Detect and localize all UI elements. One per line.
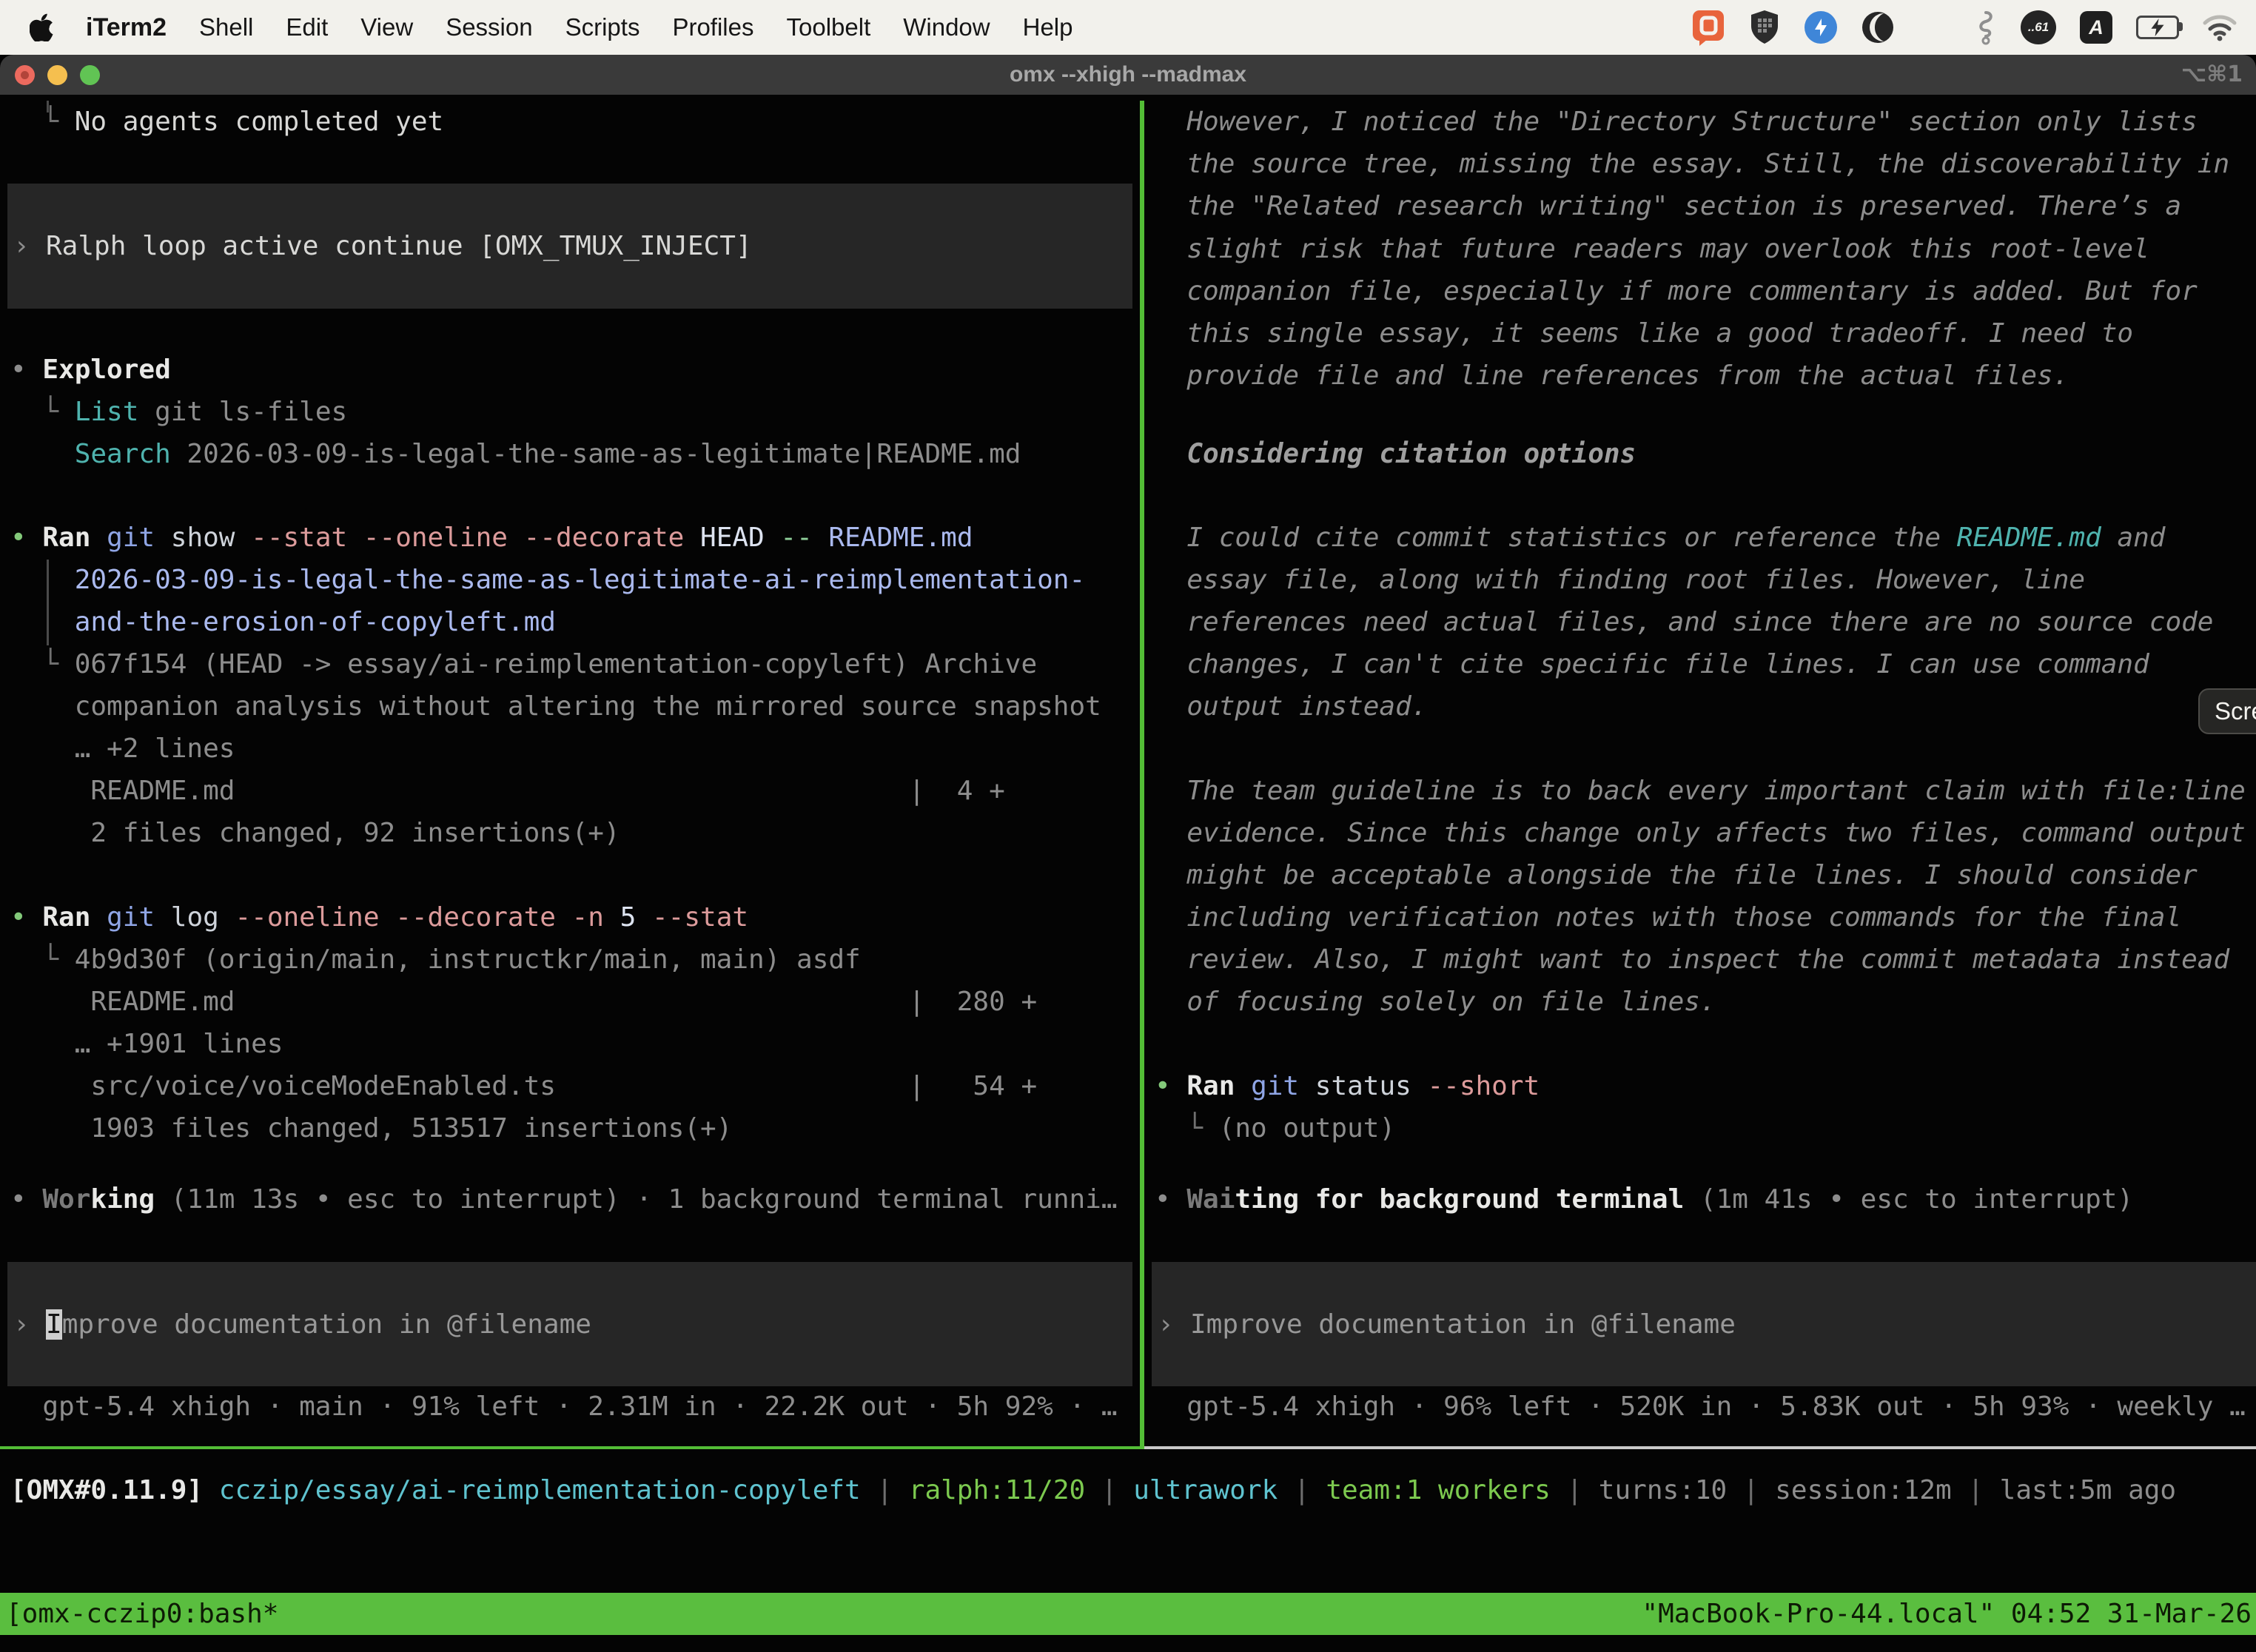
terminal-line: might be acceptable alongside the file l… (1155, 854, 2198, 896)
terminal-pane-right[interactable]: However, I noticed the "Directory Struct… (1144, 101, 2256, 1446)
terminal-pane-left[interactable]: ›Ralph loop active continue [OMX_TMUX_IN… (0, 101, 1140, 1446)
wifi-icon[interactable] (2203, 13, 2237, 41)
terminal-line: including verification notes with those … (1155, 896, 2181, 939)
menu-shell[interactable]: Shell (199, 13, 253, 41)
ralph-loop-banner: ›Ralph loop active continue [OMX_TMUX_IN… (7, 184, 1132, 309)
terminal-line: gpt-5.4 xhigh · 96% left · 520K in · 5.8… (1155, 1386, 2246, 1428)
prompt-input-right[interactable]: ›Improve documentation in @filename (1152, 1262, 2256, 1386)
menu-bar: iTerm2 Shell Edit View Session Scripts Profile… (0, 0, 2256, 55)
menu-edit[interactable]: Edit (286, 13, 328, 41)
terminal-line: I could cite commit statistics or refere… (1155, 517, 2165, 559)
terminal-line: [OMX#0.11.9] cczip/essay/ai-reimplementa… (10, 1469, 2176, 1511)
terminal-line: Search 2026-03-09-is-legal-the-same-as-l… (10, 433, 1021, 475)
window-shortcut: ⌥⌘1 (2181, 55, 2243, 95)
pane-divider[interactable] (1140, 101, 1144, 1446)
prompt-chevron: › (1158, 1309, 1190, 1340)
window-title: omx --xhigh --madmax (0, 55, 2256, 95)
battery-icon[interactable] (2136, 16, 2179, 39)
text-cursor: I (46, 1309, 62, 1340)
terminal-line: essay file, along with finding root file… (1155, 559, 2085, 601)
apple-icon[interactable] (30, 13, 53, 41)
hook-squiggle-icon[interactable] (1975, 10, 1997, 45)
menu-help[interactable]: Help (1023, 13, 1073, 41)
screen-tooltip-label: Scre (2215, 697, 2256, 725)
menu-status-icons: ..61 A (1691, 9, 2256, 46)
terminal-line: • Ran git status --short (1155, 1065, 1540, 1107)
terminal-line: output instead. (1155, 685, 1427, 728)
terminal-line: this single essay, it seems like a good … (1155, 312, 2133, 355)
terminal-line: the "Related research writing" section i… (1155, 185, 2181, 227)
input-value: mprove documentation in @filename (62, 1309, 591, 1340)
terminal-line: └ (no output) (1155, 1107, 1395, 1149)
keyboard-layout-label: A (2089, 16, 2104, 39)
menu-items: iTerm2 Shell Edit View Session Scripts Profile… (0, 13, 1073, 42)
terminal-line: └ 4b9d30f (origin/main, instructkr/main,… (10, 939, 861, 981)
prompt-chevron: › (13, 1309, 46, 1340)
terminal-line: • Working (11m 13s • esc to interrupt) ·… (10, 1178, 1118, 1220)
pane-border-inactive (1144, 1446, 2256, 1449)
badge-61-icon[interactable]: ..61 (2021, 10, 2056, 44)
keyboard-layout-icon[interactable]: A (2080, 11, 2112, 44)
terminal-line: Considering citation options (1155, 433, 1636, 475)
terminal-line: However, I noticed the "Directory Struct… (1155, 101, 2198, 143)
terminal-line: provide file and line references from th… (1155, 355, 2069, 397)
screen-tooltip[interactable]: Scre (2198, 688, 2256, 734)
blue-bolt-badge-icon[interactable] (1804, 10, 1838, 44)
terminal-line: README.md | 4 + (10, 770, 1005, 812)
terminal-line: • Ran git show --stat --oneline --decora… (10, 517, 973, 559)
menu-window[interactable]: Window (903, 13, 990, 41)
terminal-line: companion file, especially if more comme… (1155, 270, 2198, 312)
menu-session[interactable]: Session (446, 13, 532, 41)
terminal-line: • Waiting for background terminal (1m 41… (1155, 1178, 2133, 1220)
terminal-line: slight risk that future readers may over… (1155, 228, 2149, 270)
menu-toolbelt[interactable]: Toolbelt (787, 13, 871, 41)
terminal-line: companion analysis without altering the … (10, 685, 1101, 728)
chat-badge-icon[interactable] (1691, 9, 1725, 46)
prompt-input-left[interactable]: ›Improve documentation in @filename (7, 1262, 1132, 1386)
dots-grid-icon[interactable] (1918, 11, 1951, 44)
terminal-line: └ 067f154 (HEAD -> essay/ai-reimplementa… (10, 643, 1037, 685)
terminal-line: The team guideline is to back every impo… (1155, 770, 2246, 812)
menu-scripts[interactable]: Scripts (565, 13, 640, 41)
terminal-line: └ List git ls-files (10, 391, 347, 433)
banner-text: Ralph loop active continue [OMX_TMUX_INJ… (46, 231, 752, 261)
terminal-line: … +2 lines (10, 728, 235, 770)
terminal-line: changes, I can't cite specific file line… (1155, 643, 2149, 685)
terminal-line: • Explored (10, 349, 171, 391)
terminal-line: src/voice/voiceModeEnabled.ts | 54 + (10, 1065, 1037, 1107)
menu-profiles[interactable]: Profiles (672, 13, 753, 41)
terminal-line: 2 files changed, 92 insertions(+) (10, 812, 620, 854)
terminal-line: and-the-erosion-of-copyleft.md (10, 601, 556, 643)
tmux-host-clock: "MacBook-Pro-44.local" 04:52 31-Mar-26 (1642, 1599, 2256, 1629)
terminal-line: gpt-5.4 xhigh · main · 91% left · 2.31M … (10, 1386, 1118, 1428)
terminal-line: └ No agents completed yet (10, 101, 443, 143)
terminal-line: 2026-03-09-is-legal-the-same-as-legitima… (10, 559, 1085, 601)
terminal-line: review. Also, I might want to inspect th… (1155, 939, 2229, 981)
terminal-line: evidence. Since this change only affects… (1155, 812, 2246, 854)
terminal-line: • Ran git log --oneline --decorate -n 5 … (10, 896, 748, 939)
terminal-line: README.md | 280 + (10, 981, 1037, 1023)
input-value: Improve documentation in @filename (1190, 1309, 1736, 1340)
window-titlebar[interactable]: omx --xhigh --madmax ⌥⌘1 (0, 55, 2256, 95)
badge-61-label: ..61 (2028, 20, 2049, 35)
tmux-session-window[interactable]: [omx-cczip0:bash* (0, 1599, 278, 1629)
terminal-line: … +1901 lines (10, 1023, 283, 1065)
shield-grid-icon[interactable] (1749, 10, 1780, 45)
terminal-line: of focusing solely on file lines. (1155, 981, 1716, 1023)
terminal-line: references need actual files, and since … (1155, 601, 2213, 643)
tmux-status-bar: [omx-cczip0:bash* "MacBook-Pro-44.local"… (0, 1593, 2256, 1635)
terminal-line: the source tree, missing the essay. Stil… (1155, 143, 2229, 185)
menu-view[interactable]: View (360, 13, 413, 41)
pane-border-active (0, 1446, 1144, 1449)
terminal-line: 1903 files changed, 513517 insertions(+) (10, 1107, 732, 1149)
menu-iterm2[interactable]: iTerm2 (86, 13, 167, 42)
prompt-chevron: › (13, 231, 46, 261)
omx-status-bar: [OMX#0.11.9] cczip/essay/ai-reimplementa… (0, 1469, 2256, 1511)
dark-crescent-icon[interactable] (1861, 11, 1894, 44)
